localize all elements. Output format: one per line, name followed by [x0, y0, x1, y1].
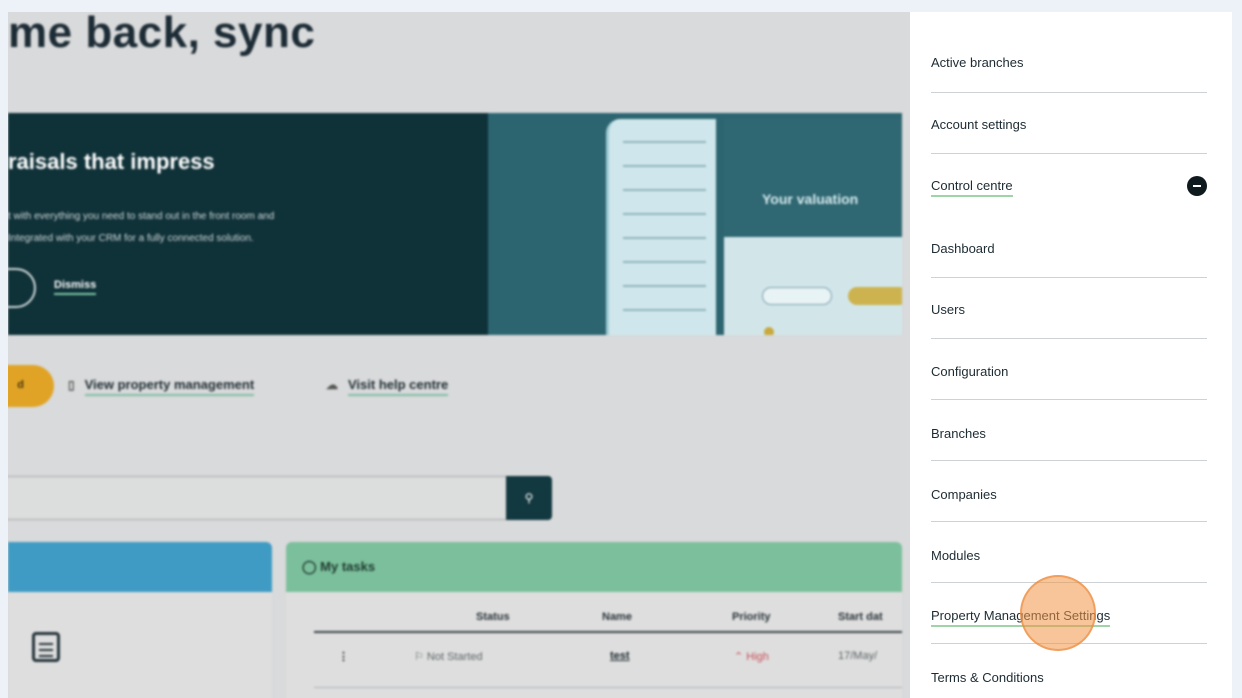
task-status: Not Started — [426, 651, 483, 663]
preview-sidebar — [606, 119, 716, 335]
flag-icon: ⚐ — [414, 651, 427, 663]
menu-item-label: Account settings — [931, 117, 1027, 132]
task-priority: ⌃ High — [734, 650, 769, 663]
menu-item-label: Terms & Conditions — [931, 670, 1044, 685]
clipboard-icon: ▯ — [68, 378, 75, 392]
banner-preview-image: Your valuation — [488, 113, 902, 335]
column-header-priority[interactable]: Priority — [732, 611, 771, 623]
task-start-date: 17/May/ — [838, 650, 878, 662]
menu-item-users[interactable]: Users — [931, 278, 1207, 339]
menu-item-label: Companies — [931, 487, 997, 502]
menu-item-configuration[interactable]: Configuration — [931, 339, 1207, 400]
column-header-start-date[interactable]: Start dat — [838, 611, 883, 623]
menu-item-label: Users — [931, 302, 965, 317]
row-divider — [314, 687, 902, 688]
column-header-status[interactable]: Status — [476, 611, 510, 623]
tasks-title-label: My tasks — [320, 559, 376, 574]
menu-item-active-branches[interactable]: Active branches — [931, 32, 1207, 93]
preview-heading: Your valuation — [762, 191, 859, 207]
menu-item-dashboard[interactable]: Dashboard — [931, 217, 1207, 278]
visit-help-centre-link[interactable]: ☁ Visit help centre — [326, 377, 449, 396]
menu-item-companies[interactable]: Companies — [931, 461, 1207, 522]
row-menu-icon[interactable]: ⋮ — [338, 650, 349, 663]
search-input[interactable] — [8, 476, 508, 520]
menu-item-label: Active branches — [931, 55, 1024, 70]
banner-title: raisals that impress — [8, 149, 215, 174]
menu-item-label: Branches — [931, 426, 986, 441]
calendar-icon — [32, 632, 60, 662]
primary-action-button[interactable]: d — [8, 365, 54, 407]
page-title: me back, sync — [8, 12, 316, 57]
table-header-divider — [314, 631, 902, 633]
menu-item-label: Modules — [931, 548, 981, 563]
promo-banner: raisals that impress t with everything y… — [8, 113, 902, 335]
collapse-icon[interactable] — [1187, 176, 1207, 196]
menu-item-modules[interactable]: Modules — [931, 522, 1207, 583]
priority-up-icon: ⌃ — [734, 651, 747, 663]
banner-secondary-button[interactable] — [8, 268, 36, 308]
menu-item-label: Dashboard — [931, 241, 995, 256]
menu-item-account-settings[interactable]: Account settings — [931, 93, 1207, 154]
tasks-table: Status Name Priority Start dat ⋮ ⚐ Not S… — [286, 592, 902, 698]
banner-text-line-1: t with everything you need to stand out … — [8, 211, 275, 222]
calendar-card-header — [8, 542, 272, 592]
column-header-name[interactable]: Name — [602, 611, 632, 623]
menu-item-label: Configuration — [931, 364, 1009, 379]
menu-item-control-centre[interactable]: Control centre — [931, 154, 1207, 215]
search-button[interactable]: ⚲ — [506, 476, 552, 520]
tasks-card-header: ◯ My tasks — [286, 542, 902, 592]
background-page: me back, sync raisals that impress t wit… — [8, 12, 910, 698]
task-priority-label: High — [746, 651, 769, 663]
banner-text-line-2: Integrated with your CRM for a fully con… — [8, 233, 254, 244]
tasks-title: ◯ My tasks — [302, 559, 375, 575]
task-name-link[interactable]: test — [610, 650, 630, 662]
menu-item-branches[interactable]: Branches — [931, 400, 1207, 461]
click-indicator — [1020, 575, 1096, 651]
search-icon: ⚲ — [524, 491, 534, 505]
preview-content: Your valuation — [724, 119, 902, 335]
table-row[interactable]: ⚐ Not Started — [414, 650, 483, 663]
cloud-icon: ☁ — [326, 378, 338, 392]
calendar-card-body — [8, 592, 272, 698]
menu-item-terms-conditions[interactable]: Terms & Conditions — [931, 644, 1207, 698]
view-property-management-link[interactable]: ▯ View property management — [68, 377, 255, 396]
visit-help-centre-label: Visit help centre — [348, 377, 449, 396]
menu-item-label: Control centre — [931, 178, 1013, 197]
banner-dismiss-link[interactable]: Dismiss — [54, 279, 97, 295]
check-circle-icon: ◯ — [302, 559, 321, 574]
view-property-management-label: View property management — [84, 377, 255, 396]
primary-action-label: d — [17, 379, 24, 391]
